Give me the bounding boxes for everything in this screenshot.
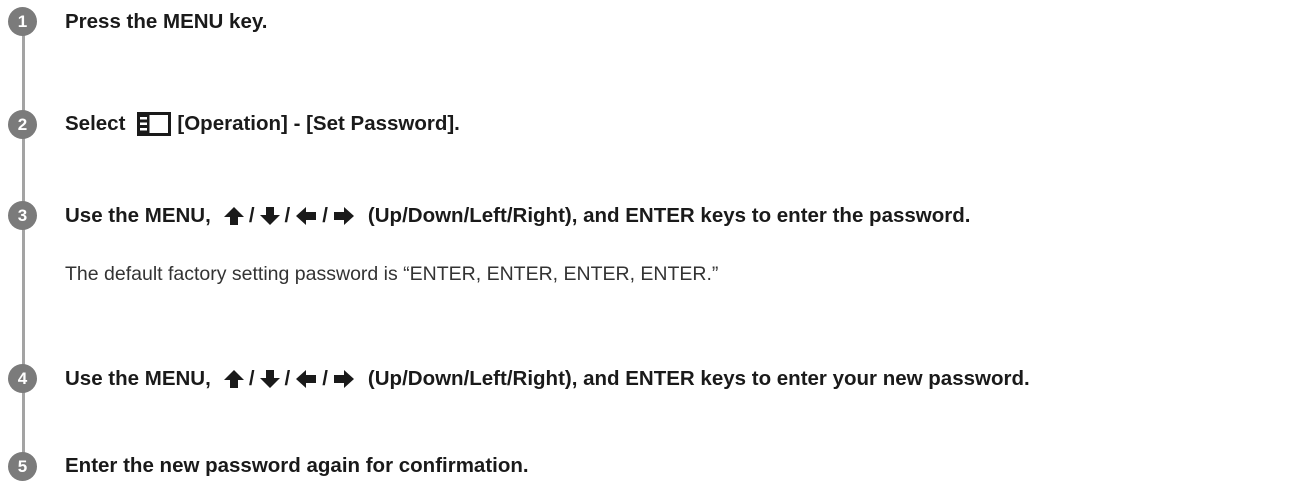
step-number-badge: 4 [8, 364, 37, 393]
arrow-separator: / [322, 367, 328, 390]
down-arrow-icon [259, 207, 280, 225]
down-arrow-icon [259, 370, 280, 388]
left-arrow-icon [296, 207, 317, 225]
arrow-separator: / [284, 204, 291, 227]
step-note: The default factory setting password is … [65, 263, 719, 285]
step-number-badge: 3 [8, 201, 37, 230]
step-title-suffix: (Up/Down/Left/Right), and ENTER keys to … [367, 367, 1030, 390]
step-number-badge: 2 [8, 110, 37, 139]
right-arrow-icon [333, 370, 354, 388]
step-connector-line [22, 22, 25, 467]
operation-menu-icon [137, 112, 172, 136]
step-title-prefix: Select [65, 112, 126, 135]
step-number-badge: 1 [8, 7, 37, 36]
step-title: Select [Operation] - [Set Password]. [65, 111, 460, 137]
step-title: Use the MENU, / / / (Up/Down/Left/Right)… [65, 202, 970, 230]
step-title-prefix: Use the MENU, [65, 367, 211, 390]
arrow-separator: / [322, 204, 328, 227]
right-arrow-icon [333, 207, 354, 225]
step-number-badge: 5 [8, 452, 37, 481]
up-arrow-icon [223, 207, 244, 225]
step-title: Press the MENU key. [65, 10, 268, 33]
arrow-separator: / [284, 367, 291, 390]
arrow-separator: / [248, 204, 255, 227]
step-title-suffix: (Up/Down/Left/Right), and ENTER keys to … [367, 204, 971, 227]
step-title: Use the MENU, / / / (Up/Down/Left/Right)… [65, 365, 1030, 393]
up-arrow-icon [223, 370, 244, 388]
step-title-suffix: [Operation] - [Set Password]. [177, 112, 460, 135]
step-title-prefix: Use the MENU, [65, 204, 211, 227]
left-arrow-icon [296, 370, 317, 388]
arrow-separator: / [248, 367, 255, 390]
step-title: Enter the new password again for confirm… [65, 454, 529, 477]
